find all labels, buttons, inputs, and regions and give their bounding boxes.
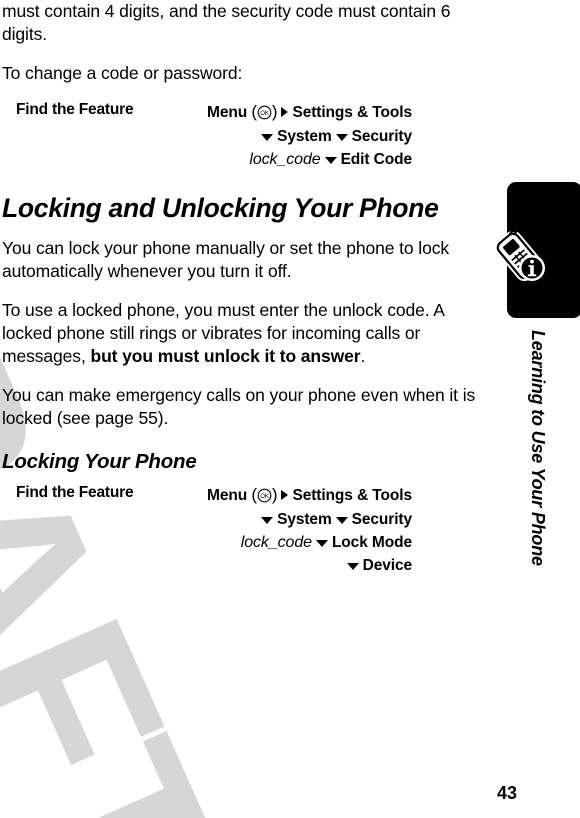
find-the-feature-block-1: Find the Feature Menu (OK) Settings & Too… [2, 101, 482, 171]
menu-item-settings-tools: Settings & Tools [292, 487, 412, 505]
arrow-down-icon [335, 517, 348, 525]
menu-path-line-1: Menu (OK) Settings & Tools [172, 484, 412, 508]
menu-label: Menu [207, 487, 248, 505]
svg-text:OK: OK [260, 495, 269, 501]
paragraph-emergency-calls: You can make emergency calls on your pho… [2, 385, 476, 428]
page-number: 43 [496, 783, 517, 803]
phone-info-icon [494, 228, 552, 286]
menu-path-line-4: Device [172, 554, 412, 577]
menu-path: Menu (OK) Settings & Tools System Security… [172, 101, 482, 171]
menu-item-lock-code: lock_code [240, 534, 312, 551]
arrow-down-icon [315, 540, 328, 548]
menu-item-system: System [277, 511, 332, 528]
menu-item-security: Security [351, 128, 412, 145]
arrow-down-icon [261, 134, 274, 142]
menu-path-line-2: System Security [172, 508, 412, 531]
svg-text:OK: OK [260, 112, 269, 118]
paragraph-change-code: To change a code or password: [2, 63, 243, 83]
paragraph-intro: must contain 4 digits, and the security … [2, 1, 451, 44]
menu-item-device: Device [362, 557, 412, 574]
menu-item-settings-tools: Settings & Tools [292, 104, 412, 122]
section-heading: Locking and Unlocking Your Phone [2, 193, 439, 223]
arrow-down-icon [324, 157, 337, 165]
menu-path-line-2: System Security [172, 125, 412, 148]
arrow-down-icon [346, 563, 359, 571]
running-head-text: Learning to Use Your Phone [528, 330, 548, 566]
menu-item-lock-code: lock_code [249, 151, 321, 168]
menu-item-edit-code: Edit Code [340, 151, 413, 168]
menu-item-lock-mode: Lock Mode [331, 534, 412, 551]
find-the-feature-block-2: Find the Feature Menu (OK) Settings & Too… [2, 484, 482, 577]
arrow-right-icon [281, 490, 289, 500]
find-the-feature-label: Find the Feature [16, 484, 134, 501]
manual-page: DRAFT Learning to Use Your Phone 43 must… [0, 0, 580, 818]
menu-path-line-1: Menu (OK) Settings & Tools [172, 101, 412, 125]
paragraph-locked-part-c: . [360, 346, 366, 366]
menu-label: Menu [207, 104, 248, 122]
page-content: must contain 4 digits, and the security … [2, 0, 482, 591]
ok-key-icon: (OK) [251, 102, 278, 121]
subsection-heading: Locking Your Phone [2, 450, 197, 473]
ok-key-icon: (OK) [251, 485, 278, 504]
menu-item-security: Security [351, 511, 412, 528]
paragraph-lock-intro: You can lock your phone manually or set … [2, 238, 450, 281]
arrow-down-icon [335, 134, 348, 142]
arrow-down-icon [261, 517, 274, 525]
find-the-feature-label: Find the Feature [16, 101, 134, 118]
menu-path: Menu (OK) Settings & Tools System Security… [172, 484, 482, 577]
paragraph-locked-phone: To use a locked phone, you must enter th… [2, 299, 482, 368]
menu-path-line-3: lock_code Edit Code [172, 148, 412, 171]
menu-path-line-3: lock_code Lock Mode [172, 531, 412, 554]
menu-item-system: System [277, 128, 332, 145]
arrow-right-icon [281, 107, 289, 117]
paragraph-locked-emphasis: but you must unlock it to answer [90, 346, 361, 366]
